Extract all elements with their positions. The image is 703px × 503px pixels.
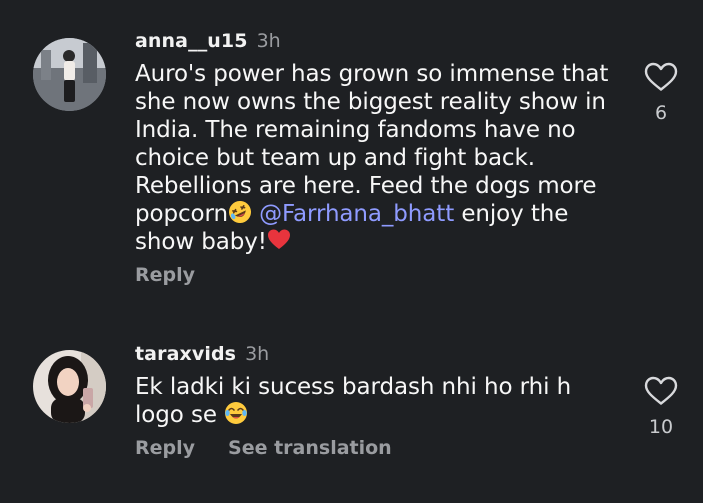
comment-text-body: Ek ladki ki sucess bardash nhi ho rhi h …: [135, 374, 572, 428]
comment-text: Auro's power has grown so immense that s…: [135, 60, 620, 256]
comment-username[interactable]: taraxvids: [135, 343, 236, 365]
like-count: 6: [654, 102, 668, 124]
heart-icon: [644, 376, 678, 405]
rolling-on-floor-laughing-icon: [228, 200, 252, 224]
comment-username[interactable]: anna__u15: [135, 30, 248, 52]
avatar[interactable]: [33, 350, 106, 423]
like-button[interactable]: 10: [640, 376, 682, 438]
comment-text: Ek ladki ki sucess bardash nhi ho rhi h …: [135, 373, 620, 429]
heart-icon: [644, 62, 678, 91]
like-button[interactable]: 6: [640, 62, 682, 124]
comment-timestamp: 3h: [245, 343, 270, 365]
mention-link[interactable]: @Farrhana_bhatt: [259, 201, 454, 227]
see-translation-button[interactable]: See translation: [228, 437, 392, 459]
comment-timestamp: 3h: [256, 30, 281, 52]
reply-button[interactable]: Reply: [135, 264, 195, 286]
face-with-tears-of-joy-icon: [224, 401, 248, 425]
reply-button[interactable]: Reply: [135, 437, 195, 459]
red-heart-icon: [267, 228, 291, 252]
avatar[interactable]: [33, 38, 106, 111]
like-count: 10: [648, 416, 674, 438]
